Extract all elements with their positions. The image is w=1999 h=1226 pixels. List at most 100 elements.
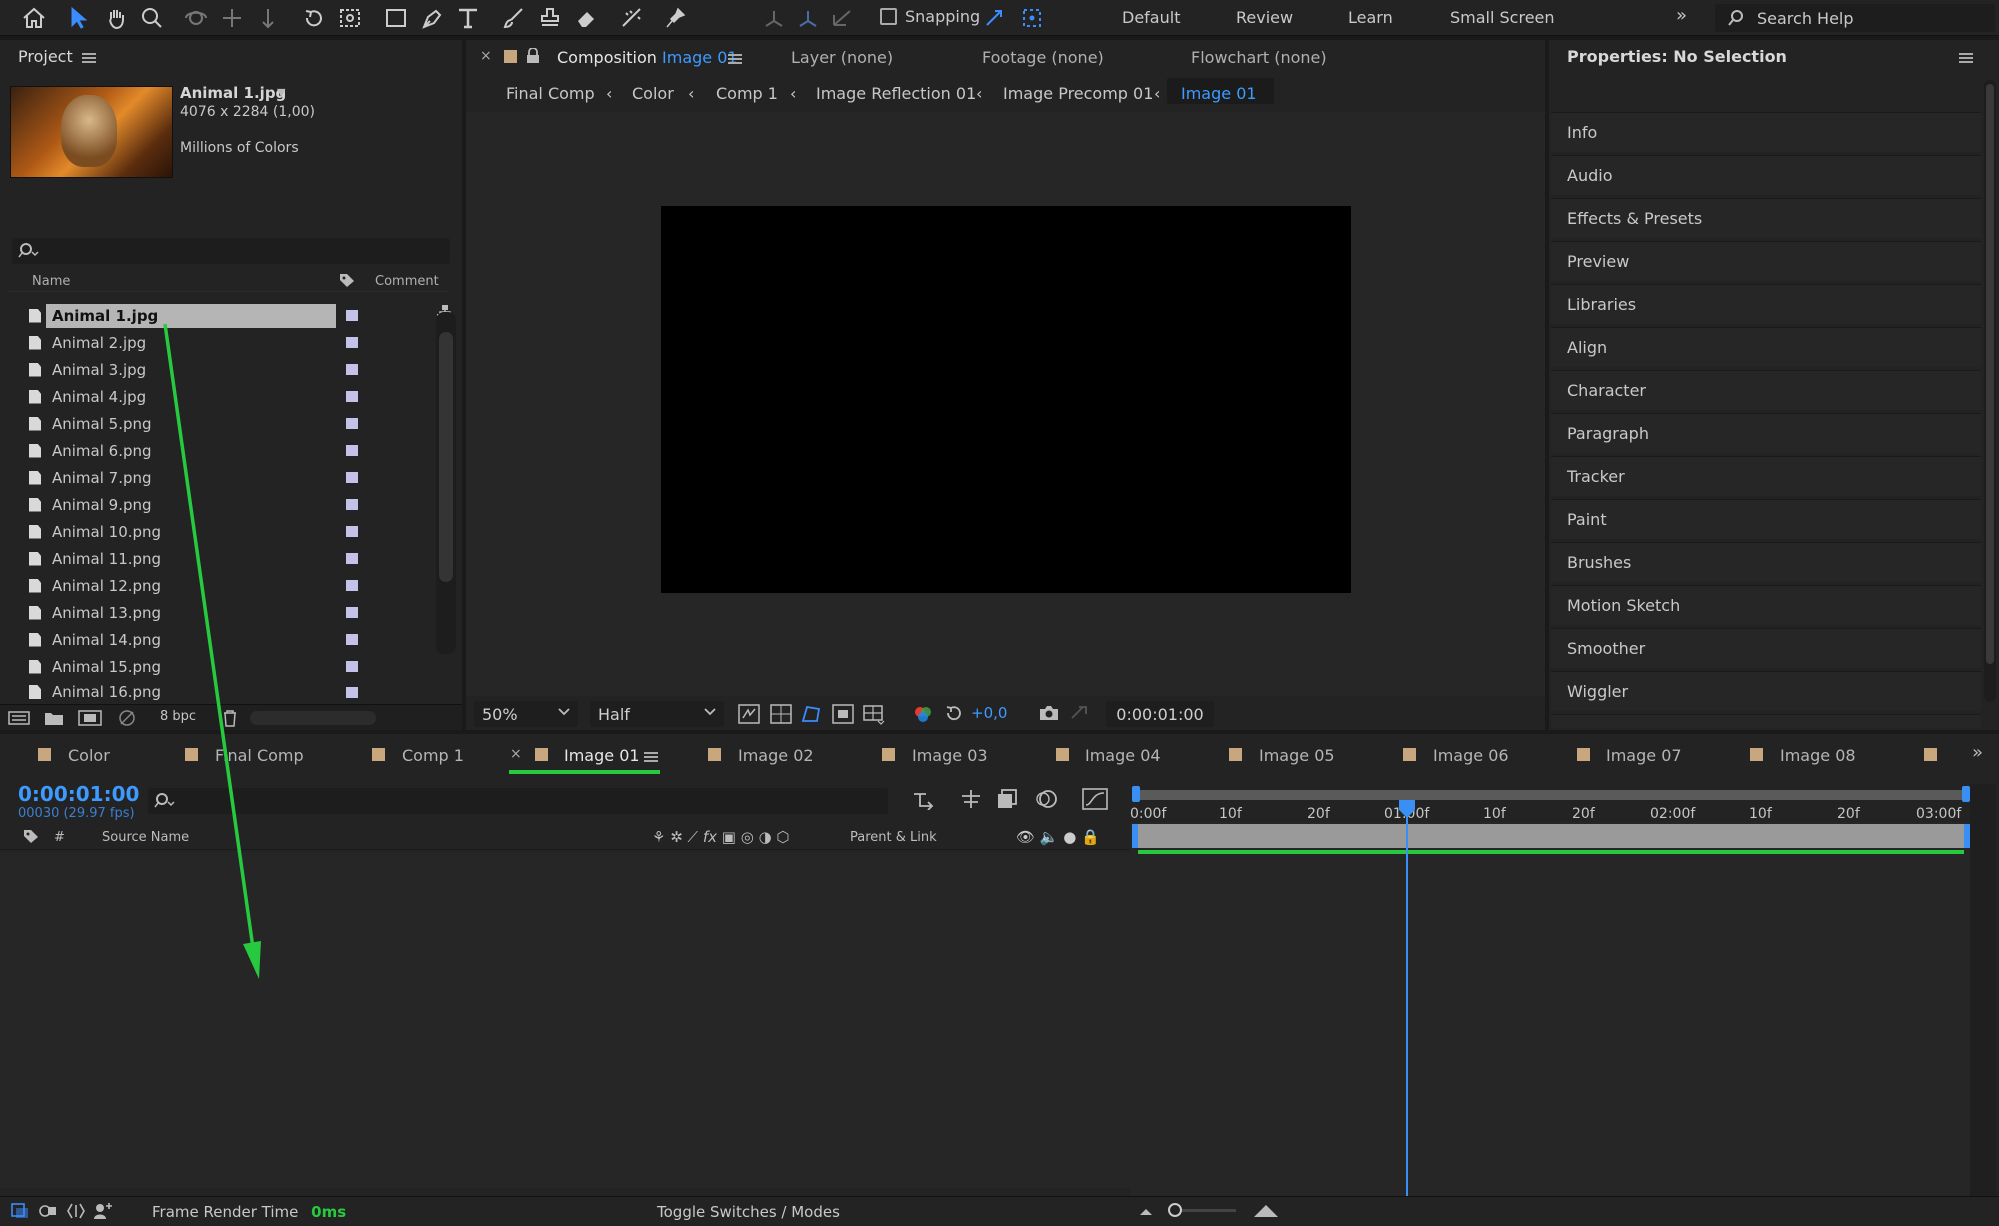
label-color-swatch[interactable]: [346, 418, 358, 429]
composition-canvas[interactable]: [661, 206, 1351, 593]
panel-paragraph[interactable]: Paragraph: [1551, 413, 1981, 453]
toggle-switches-modes-button[interactable]: Toggle Switches / Modes: [657, 1203, 840, 1221]
draft-3d-icon[interactable]: [958, 788, 984, 810]
breadcrumb-image-reflection[interactable]: Image Reflection 01: [816, 84, 976, 103]
local-axis-icon[interactable]: [758, 3, 790, 33]
time-graph-area[interactable]: 0:00f 10f 20f 01:00f 10f 20f 02:00f 10f …: [1130, 784, 1970, 1204]
list-item[interactable]: Animal 13.png: [8, 599, 438, 626]
tab-timeline-image-06[interactable]: Image 06: [1433, 746, 1509, 765]
composition-flowchart-icon[interactable]: [912, 790, 938, 810]
footage-dropdown-icon[interactable]: ▼: [277, 86, 285, 99]
label-color-swatch[interactable]: [346, 526, 358, 537]
transparency-grid-icon[interactable]: [770, 704, 792, 724]
list-item[interactable]: Animal 6.png: [8, 437, 438, 464]
workspace-default[interactable]: Default: [1122, 8, 1180, 27]
dolly-camera-icon[interactable]: [252, 3, 284, 33]
color-channels-icon[interactable]: [912, 704, 934, 724]
list-item[interactable]: Animal 10.png: [8, 518, 438, 545]
bit-depth-button[interactable]: 8 bpc: [160, 709, 196, 724]
close-tab-icon[interactable]: ×: [510, 746, 522, 762]
project-settings-icon[interactable]: [116, 709, 138, 727]
panel-tracker[interactable]: Tracker: [1551, 456, 1981, 496]
panel-wiggler[interactable]: Wiggler: [1551, 671, 1981, 711]
layer-list-area[interactable]: [0, 852, 1130, 1188]
viewer-canvas-area[interactable]: [466, 112, 1545, 696]
work-area-end-handle[interactable]: [1962, 786, 1970, 802]
list-item[interactable]: Animal 14.png: [8, 626, 438, 653]
label-color-swatch[interactable]: [346, 337, 358, 348]
properties-panel-menu-icon[interactable]: [1959, 53, 1973, 63]
selection-tool-icon[interactable]: [62, 3, 94, 33]
panel-smoother[interactable]: Smoother: [1551, 628, 1981, 668]
rectangle-tool-icon[interactable]: [380, 3, 412, 33]
work-area-start-handle[interactable]: [1132, 786, 1140, 802]
label-column-icon[interactable]: [22, 828, 40, 844]
anchor-point-tool-icon[interactable]: [334, 3, 366, 33]
zoom-in-icon[interactable]: [1252, 1199, 1280, 1221]
view-axis-icon[interactable]: [826, 3, 858, 33]
layer-switches-icon[interactable]: [10, 1202, 30, 1220]
current-time-indicator-line[interactable]: [1406, 802, 1408, 1204]
label-color-swatch[interactable]: [346, 391, 358, 402]
in-out-controls-icon[interactable]: [66, 1202, 86, 1220]
workspace-review[interactable]: Review: [1236, 8, 1293, 27]
breadcrumb-image-precomp[interactable]: Image Precomp 01: [1003, 84, 1153, 103]
region-of-interest-icon[interactable]: [832, 704, 854, 724]
grid-guide-options-icon[interactable]: [862, 703, 886, 725]
panel-character[interactable]: Character: [1551, 370, 1981, 410]
current-time-display[interactable]: 0:00:01:00: [18, 782, 139, 806]
home-icon[interactable]: [18, 3, 50, 33]
trash-icon[interactable]: [222, 709, 238, 727]
tab-timeline-image-04[interactable]: Image 04: [1085, 746, 1161, 765]
layer-in-point-handle[interactable]: [1132, 824, 1138, 848]
label-color-swatch[interactable]: [346, 634, 358, 645]
column-comment[interactable]: Comment: [375, 274, 439, 289]
roto-brush-tool-icon[interactable]: [616, 3, 648, 33]
render-time-icon[interactable]: [92, 1202, 114, 1220]
workspace-learn[interactable]: Learn: [1348, 8, 1393, 27]
properties-scrollbar[interactable]: [1984, 80, 1996, 702]
label-color-swatch[interactable]: [346, 553, 358, 564]
exposure-value[interactable]: +0,0: [971, 704, 1007, 722]
resolution-dropdown[interactable]: Half: [590, 701, 724, 727]
list-item[interactable]: Animal 3.jpg: [8, 356, 438, 383]
brush-tool-icon[interactable]: [498, 3, 530, 33]
orbit-camera-icon[interactable]: [180, 3, 212, 33]
layer-duration-bar[interactable]: [1136, 824, 1966, 848]
reset-exposure-icon[interactable]: [944, 703, 964, 723]
label-color-swatch[interactable]: [346, 661, 358, 672]
label-color-swatch[interactable]: [346, 580, 358, 591]
search-help-field[interactable]: Search Help: [1715, 4, 1995, 32]
panel-motion-sketch[interactable]: Motion Sketch: [1551, 585, 1981, 625]
breadcrumb-image-01[interactable]: Image 01: [1181, 84, 1257, 103]
label-color-swatch[interactable]: [346, 445, 358, 456]
label-color-swatch[interactable]: [346, 499, 358, 510]
label-color-swatch[interactable]: [346, 607, 358, 618]
list-item[interactable]: Animal 16.png: [8, 680, 438, 704]
list-item[interactable]: Animal 2.jpg: [8, 329, 438, 356]
snapshot-camera-icon[interactable]: [1038, 704, 1060, 722]
tab-layer[interactable]: Layer (none): [791, 48, 893, 67]
tab-timeline-image-03[interactable]: Image 03: [912, 746, 988, 765]
mask-visibility-icon[interactable]: [800, 704, 822, 724]
show-snapshot-icon[interactable]: [1069, 704, 1089, 722]
puppet-pin-tool-icon[interactable]: [660, 3, 692, 33]
panel-info[interactable]: Info: [1551, 112, 1981, 152]
panel-effects-presets[interactable]: Effects & Presets: [1551, 198, 1981, 238]
interpret-footage-icon[interactable]: [8, 710, 30, 726]
tab-timeline-comp-1[interactable]: Comp 1: [402, 746, 464, 765]
label-color-swatch[interactable]: [346, 310, 358, 321]
tab-composition[interactable]: Composition Image 01: [557, 48, 738, 67]
list-item[interactable]: Animal 9.png: [8, 491, 438, 518]
workspace-small-screen[interactable]: Small Screen: [1450, 8, 1555, 27]
viewer-timecode[interactable]: 0:00:01:00: [1106, 701, 1214, 727]
tab-timeline-image-07[interactable]: Image 07: [1606, 746, 1682, 765]
column-number[interactable]: #: [54, 830, 65, 845]
list-item[interactable]: Animal 7.png: [8, 464, 438, 491]
breadcrumb-final-comp[interactable]: Final Comp: [506, 84, 595, 103]
frame-blending-icon[interactable]: [996, 788, 1020, 810]
close-tab-icon[interactable]: ×: [480, 48, 492, 64]
panel-brushes[interactable]: Brushes: [1551, 542, 1981, 582]
list-item[interactable]: Animal 1.jpg: [8, 302, 438, 329]
breadcrumb-comp-1[interactable]: Comp 1: [716, 84, 778, 103]
